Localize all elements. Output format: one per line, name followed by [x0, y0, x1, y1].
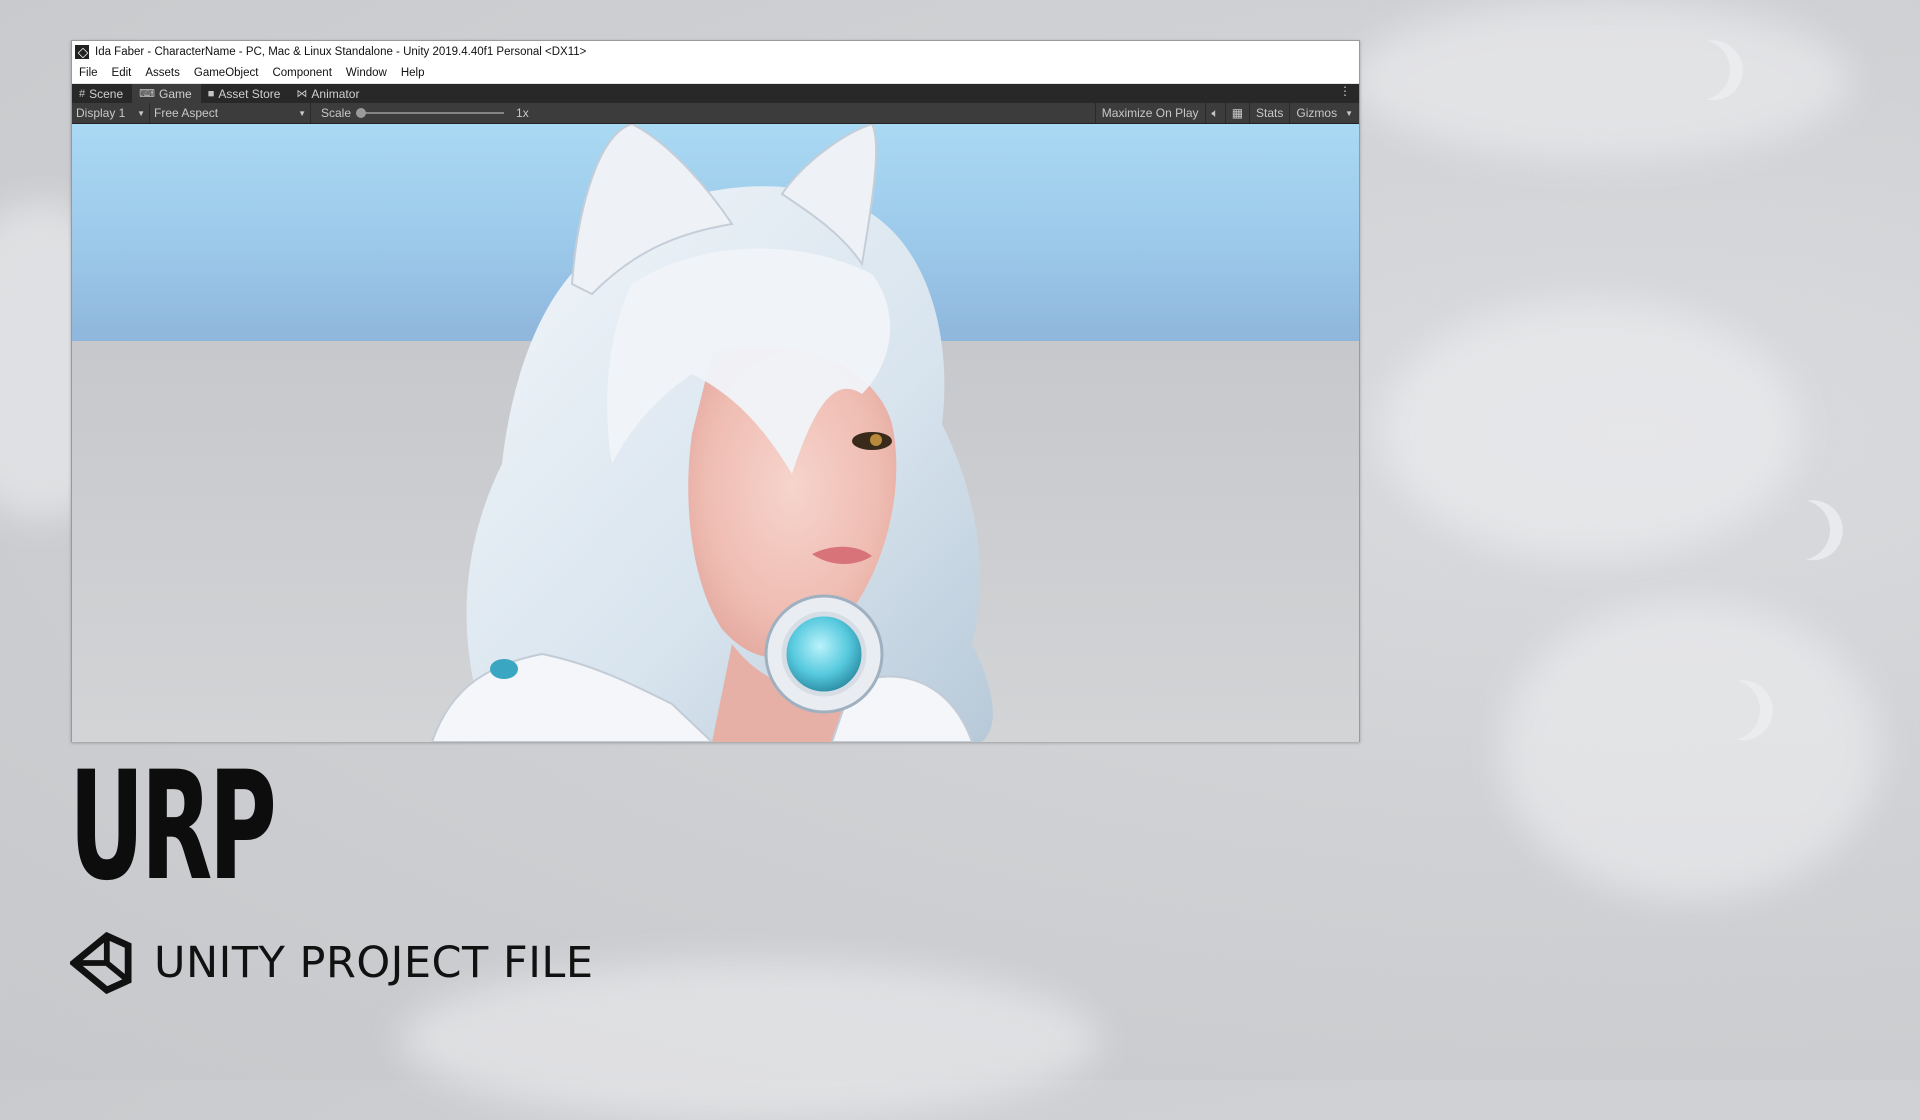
- chevron-down-icon: ▼: [137, 108, 145, 118]
- tab-label: Game: [159, 86, 192, 101]
- scale-label: Scale: [321, 106, 352, 120]
- stats-toggle[interactable]: Stats: [1249, 103, 1289, 123]
- tab-asset-store[interactable]: ■ Asset Store: [201, 84, 290, 103]
- chevron-down-icon: ▼: [298, 108, 306, 118]
- scale-slider-thumb[interactable]: [356, 108, 367, 118]
- unity-app-icon: [75, 45, 89, 59]
- subtitle-text: UNITY PROJECT FILE: [154, 938, 594, 988]
- menu-assets[interactable]: Assets: [138, 67, 187, 79]
- more-options-icon[interactable]: ⋮: [1339, 84, 1351, 98]
- menu-edit[interactable]: Edit: [105, 67, 139, 79]
- game-view-toolbar: Display 1 ▼ Free Aspect ▼ Scale 1x Maxim…: [72, 103, 1359, 124]
- menu-gameobject[interactable]: GameObject: [187, 67, 266, 79]
- tab-label: Scene: [89, 86, 124, 101]
- chevron-down-icon: ▼: [1345, 108, 1353, 118]
- toolbar-right: Maximize On Play 🔈︎ ▦ Stats Gizmos ▼: [1094, 103, 1359, 123]
- tab-scene[interactable]: # Scene: [72, 84, 132, 103]
- unity-editor-window: Ida Faber - CharacterName - PC, Mac & Li…: [71, 40, 1360, 742]
- character-render: [430, 124, 993, 742]
- gamepad-icon: ⌨: [139, 88, 156, 100]
- scale-control: Scale 1x: [321, 106, 529, 120]
- tab-bar: # Scene ⌨ Game ■ Asset Store ⋈ Animator …: [72, 84, 1359, 103]
- menu-file[interactable]: File: [72, 67, 105, 79]
- tab-label: Asset Store: [218, 86, 281, 101]
- game-viewport[interactable]: [72, 124, 1359, 742]
- display-value: Display 1: [76, 106, 126, 120]
- mute-audio-icon[interactable]: 🔈︎: [1204, 103, 1225, 123]
- aspect-value: Free Aspect: [154, 106, 219, 120]
- urp-heading: URP: [69, 740, 277, 914]
- tab-game[interactable]: ⌨ Game: [132, 84, 201, 103]
- tab-label: Animator: [311, 86, 360, 101]
- title-bar: Ida Faber - CharacterName - PC, Mac & Li…: [72, 41, 1359, 63]
- stats-keyboard-icon[interactable]: ▦: [1224, 103, 1249, 123]
- maximize-on-play-toggle[interactable]: Maximize On Play: [1094, 103, 1205, 123]
- unity-logo-icon: [70, 932, 132, 994]
- animator-icon: ⋈: [296, 88, 308, 100]
- scale-value: 1x: [516, 106, 529, 120]
- gizmos-toggle[interactable]: Gizmos ▼: [1289, 103, 1359, 123]
- bag-icon: ■: [207, 87, 215, 100]
- tab-animator[interactable]: ⋈ Animator: [289, 84, 368, 103]
- scale-slider[interactable]: [356, 108, 505, 118]
- gizmos-label: Gizmos: [1296, 106, 1338, 120]
- menu-bar: File Edit Assets GameObject Component Wi…: [72, 63, 1359, 84]
- window-title: Ida Faber - CharacterName - PC, Mac & Li…: [95, 46, 587, 58]
- menu-window[interactable]: Window: [339, 67, 394, 79]
- menu-help[interactable]: Help: [394, 67, 432, 79]
- display-dropdown[interactable]: Display 1 ▼: [72, 103, 150, 123]
- grid-icon: #: [79, 87, 86, 100]
- aspect-dropdown[interactable]: Free Aspect ▼: [150, 103, 311, 123]
- unity-project-caption: UNITY PROJECT FILE: [70, 932, 594, 994]
- menu-component[interactable]: Component: [265, 67, 338, 79]
